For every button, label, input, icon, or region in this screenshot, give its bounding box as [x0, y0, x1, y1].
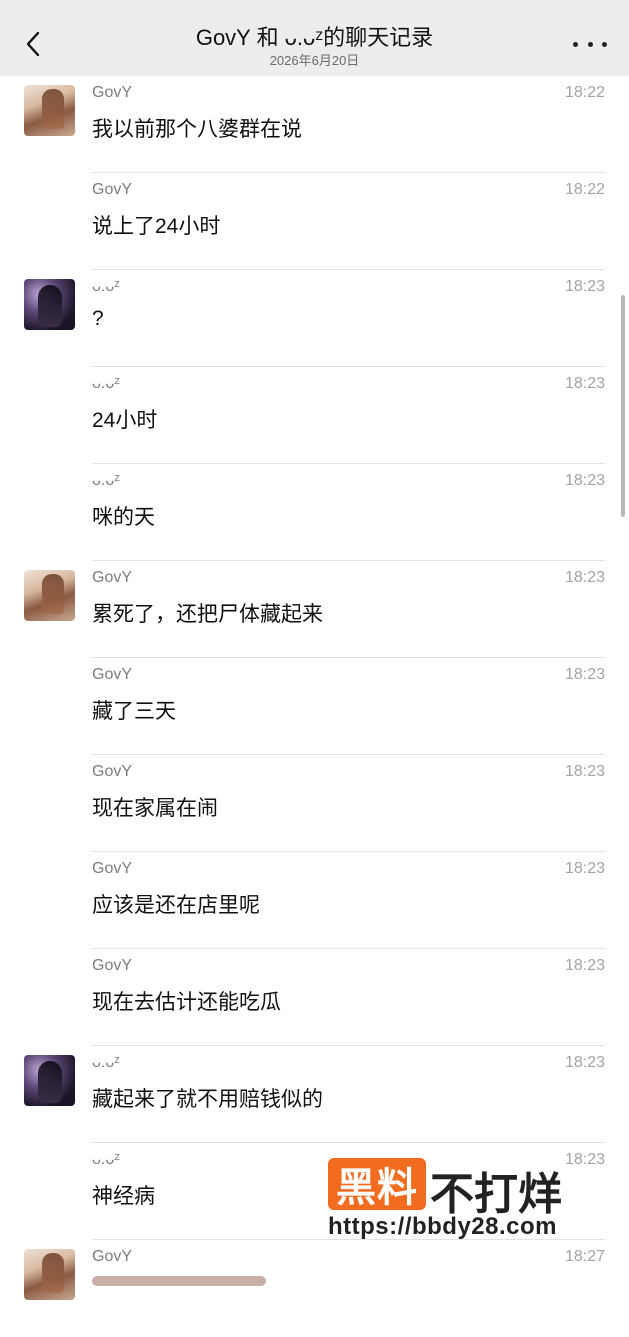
message-text: 藏起来了就不用赔钱似的 [92, 1088, 323, 1111]
image-message-preview[interactable] [92, 1276, 266, 1286]
message-time: 18:23 [564, 957, 605, 974]
message-text: 应该是还在店里呢 [92, 894, 260, 917]
message-time: 18:27 [564, 1248, 605, 1265]
message-row[interactable]: GovY 18:23 累死了，还把尸体藏起来 [0, 561, 629, 658]
message-row[interactable]: GovY 18:23 现在家属在闹 [0, 755, 629, 852]
message-text: 神经病 [92, 1185, 155, 1208]
sender-name: GovY [92, 666, 133, 683]
message-text: 现在去估计还能吃瓜 [92, 991, 281, 1014]
avatar[interactable] [24, 1055, 75, 1106]
message-time: 18:22 [564, 181, 605, 198]
avatar[interactable] [24, 570, 75, 621]
watermark-badge: 黑料 [328, 1158, 426, 1210]
chat-date: 2026年6月20日 [269, 53, 360, 68]
message-row[interactable]: GovY 18:23 应该是还在店里呢 [0, 852, 629, 949]
message-time: 18:23 [564, 763, 605, 780]
message-time: 18:23 [564, 375, 605, 392]
more-dots-icon [587, 41, 593, 47]
sender-name: ᴗ.ᴗᶻ [92, 1054, 120, 1071]
message-row[interactable]: GovY 18:27 [0, 1240, 629, 1337]
more-options-button[interactable] [573, 38, 607, 50]
page-title: GovY 和 ᴗ.ᴗᶻ的聊天记录 [195, 25, 434, 50]
avatar[interactable] [24, 1249, 75, 1300]
sender-name: ᴗ.ᴗᶻ [92, 375, 120, 392]
sender-name: ᴗ.ᴗᶻ [92, 278, 120, 295]
message-text: 说上了24小时 [92, 215, 221, 238]
message-text: 现在家属在闹 [92, 797, 218, 820]
message-time: 18:23 [564, 1054, 605, 1071]
sender-name: GovY [92, 569, 133, 586]
message-text: 藏了三天 [92, 700, 176, 723]
sender-name: GovY [92, 957, 133, 974]
message-text: 我以前那个八婆群在说 [92, 118, 302, 141]
sender-name: GovY [92, 84, 133, 101]
sender-name: GovY [92, 860, 133, 877]
message-text: 咪的天 [92, 506, 155, 529]
message-time: 18:23 [564, 472, 605, 489]
watermark: 黑料 不打烊 https://bbdy28.com [328, 1158, 588, 1248]
avatar[interactable] [24, 85, 75, 136]
message-row[interactable]: GovY 18:23 藏了三天 [0, 658, 629, 755]
more-dots-icon [573, 41, 578, 47]
scrollbar[interactable] [621, 295, 625, 517]
sender-name: GovY [92, 181, 133, 198]
more-dots-icon [602, 41, 607, 47]
message-time: 18:23 [564, 666, 605, 683]
message-row[interactable]: GovY 18:23 现在去估计还能吃瓜 [0, 949, 629, 1046]
avatar[interactable] [24, 279, 75, 330]
message-time: 18:23 [564, 278, 605, 295]
message-row[interactable]: GovY 18:22 我以前那个八婆群在说 [0, 76, 629, 173]
sender-name: GovY [92, 763, 133, 780]
message-time: 18:22 [564, 84, 605, 101]
message-row[interactable]: ᴗ.ᴗᶻ 18:23 藏起来了就不用赔钱似的 [0, 1046, 629, 1143]
message-text: 累死了，还把尸体藏起来 [92, 603, 323, 626]
watermark-url: https://bbdy28.com [328, 1213, 558, 1240]
message-text: 24小时 [92, 409, 158, 432]
chat-history-header: GovY 和 ᴗ.ᴗᶻ的聊天记录 2026年6月20日 [0, 0, 629, 76]
message-row[interactable]: GovY 18:22 说上了24小时 [0, 173, 629, 270]
message-list[interactable]: GovY 18:22 我以前那个八婆群在说 GovY 18:22 说上了24小时 ᴗ.ᴗᶻ 1… [0, 76, 629, 1337]
sender-name: GovY [92, 1248, 133, 1265]
message-row[interactable]: ᴗ.ᴗᶻ 18:23 24小时 [0, 367, 629, 464]
message-row[interactable]: ᴗ.ᴗᶻ 18:23 咪的天 [0, 464, 629, 561]
sender-name: ᴗ.ᴗᶻ [92, 472, 120, 489]
message-row[interactable]: ᴗ.ᴗᶻ 18:23? [0, 270, 629, 367]
message-time: 18:23 [564, 569, 605, 586]
message-text: ? [92, 307, 104, 330]
sender-name: ᴗ.ᴗᶻ [92, 1151, 120, 1168]
message-time: 18:23 [564, 860, 605, 877]
